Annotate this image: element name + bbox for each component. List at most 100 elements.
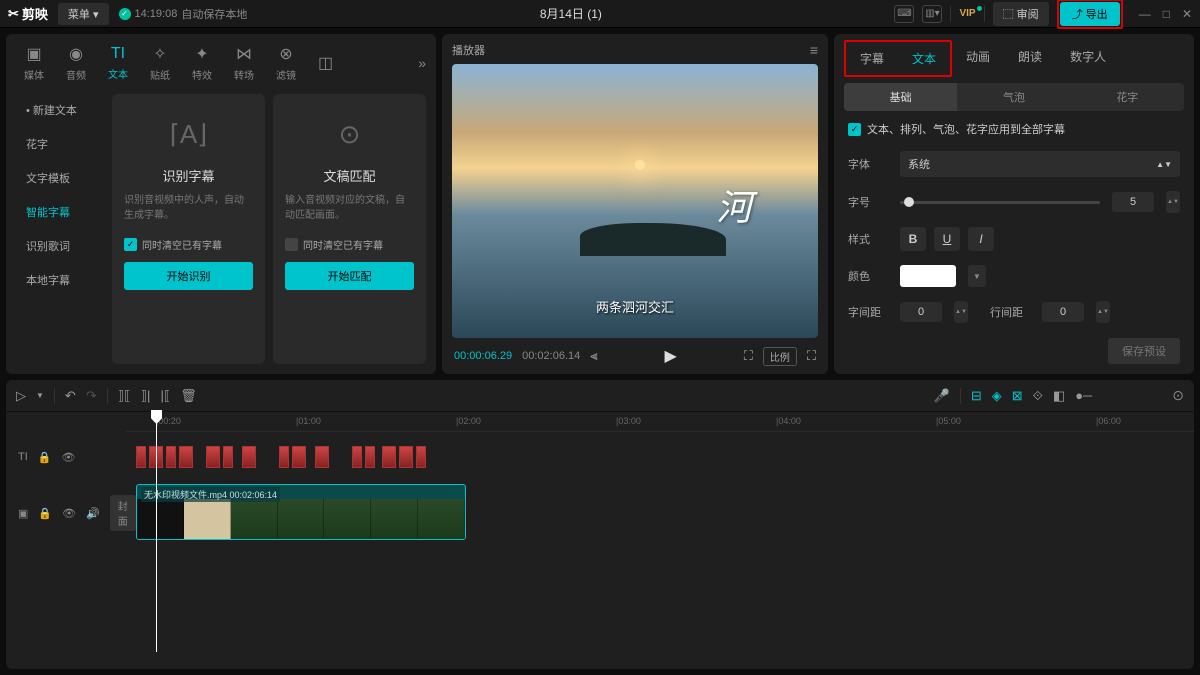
minimize-icon[interactable]: — <box>1139 7 1151 21</box>
zoom-slider-icon[interactable]: ●─ <box>1075 388 1092 403</box>
tab-text[interactable]: TI文本 <box>100 43 136 83</box>
tab-animation[interactable]: 动画 <box>952 40 1004 77</box>
tab-media[interactable]: ▣媒体 <box>16 42 52 84</box>
clear-subtitle-checkbox[interactable]: ✓同时清空已有字幕 <box>124 237 253 252</box>
ratio-button[interactable]: 比例 <box>763 347 797 366</box>
crop-icon[interactable]: ⛶ <box>744 348 753 364</box>
timeline-ruler[interactable]: |00:20 |01:00 |02:00 |03:00 |04:00 |05:0… <box>126 412 1194 432</box>
zoom-fit-icon[interactable]: ⊙ <box>1172 387 1184 404</box>
sidebar-item-local-subtitle[interactable]: 本地字幕 <box>16 264 104 296</box>
italic-button[interactable]: I <box>968 227 994 251</box>
color-swatch[interactable] <box>900 265 956 287</box>
preview-cut-icon[interactable]: ⟐ <box>1033 388 1043 404</box>
tab-sticker[interactable]: ✧贴纸 <box>142 42 178 84</box>
tab-subtitle[interactable]: 字幕 <box>846 42 898 75</box>
bold-button[interactable]: B <box>900 227 926 251</box>
delete-icon[interactable]: 🗑 <box>180 388 197 404</box>
pointer-dropdown-icon[interactable]: ▼ <box>36 391 44 400</box>
text-sidebar: • 新建文本 花字 文字模板 智能字幕 识别歌词 本地字幕 <box>16 94 104 364</box>
tab-filter[interactable]: ⊗滤镜 <box>268 42 304 84</box>
sidebar-item-fancy[interactable]: 花字 <box>16 128 104 160</box>
sidebar-item-new-text[interactable]: • 新建文本 <box>16 94 104 126</box>
line-height-input[interactable] <box>1042 302 1084 322</box>
export-button[interactable]: ⤴ 导出 <box>1060 2 1120 26</box>
layout-icon[interactable]: ▥▾ <box>922 5 942 23</box>
asset-panel: ▣媒体 ◉音频 TI文本 ✧贴纸 ✦特效 ⋈转场 ⊗滤镜 ◫ » • 新建文本 … <box>6 34 436 374</box>
save-preset-button[interactable]: 保存预设 <box>1108 338 1180 364</box>
font-select[interactable]: 系统▲▼ <box>900 151 1180 177</box>
eye-icon[interactable]: 👁 <box>61 451 75 464</box>
size-stepper[interactable]: ▲▼ <box>1166 191 1180 213</box>
text-track-icon: TI <box>18 451 28 463</box>
start-recognize-button[interactable]: 开始识别 <box>124 262 253 290</box>
letter-spacing-input[interactable] <box>900 302 942 322</box>
card-script-match: ⊙ 文稿匹配 输入音视频对应的文稿，自动匹配画面。 同时清空已有字幕 开始匹配 <box>273 94 426 364</box>
tab-audio[interactable]: ◉音频 <box>58 42 94 84</box>
playhead[interactable] <box>156 412 157 652</box>
project-title: 8月14日 (1) <box>257 5 884 22</box>
video-clip[interactable]: 无水印视频文件.mp4 00:02:06:14 <box>136 484 466 540</box>
lock-icon[interactable]: 🔒 <box>38 507 52 520</box>
split-icon[interactable]: ⟧⟦ <box>118 388 131 404</box>
tab-transition[interactable]: ⋈转场 <box>226 42 262 84</box>
vip-badge[interactable]: VIP <box>959 8 975 19</box>
magnet-icon[interactable]: ◈ <box>992 388 1002 404</box>
subtab-bubble[interactable]: 气泡 <box>957 83 1070 111</box>
video-track: ▣ 🔒 👁 🔊 封面 无水印视频文件.mp4 00:02:06:14 <box>6 482 1194 544</box>
menu-button[interactable]: 菜单 ▾ <box>58 3 109 25</box>
size-input[interactable] <box>1112 192 1154 212</box>
ls-stepper[interactable]: ▲▼ <box>954 301 968 323</box>
mic-icon[interactable]: 🎤 <box>934 388 950 404</box>
maximize-icon[interactable]: □ <box>1163 7 1170 21</box>
player-panel: 播放器 ≡ 河 两条泗河交汇 00:00:06.29 00:02:06.14 ⫷… <box>442 34 828 374</box>
split-right-icon[interactable]: |⟦ <box>160 388 170 404</box>
card-desc: 识别音视频中的人声，自动生成字幕。 <box>124 193 253 223</box>
apply-all-checkbox[interactable]: ✓ 文本、排列、气泡、花字应用到全部字幕 <box>848 121 1180 137</box>
mute-icon[interactable]: 🔊 <box>86 507 100 520</box>
start-match-button[interactable]: 开始匹配 <box>285 262 414 290</box>
size-slider[interactable] <box>900 201 1100 204</box>
redo-icon[interactable]: ↷ <box>86 388 97 404</box>
video-track-icon: ▣ <box>18 507 28 520</box>
player-menu-icon[interactable]: ≡ <box>810 42 818 58</box>
play-icon[interactable]: ▶ <box>665 346 677 366</box>
inspector-tabs: 字幕 文本 动画 朗读 数字人 <box>834 34 1194 77</box>
tab-digital-human[interactable]: 数字人 <box>1056 40 1120 77</box>
filter-icon: ⊗ <box>279 44 292 64</box>
underline-button[interactable]: U <box>934 227 960 251</box>
tab-text-style[interactable]: 文本 <box>898 42 950 75</box>
subtab-fancy[interactable]: 花字 <box>1071 83 1184 111</box>
eye-icon[interactable]: 👁 <box>62 507 76 520</box>
fullscreen-icon[interactable]: ⛶ <box>807 348 816 364</box>
tab-effect[interactable]: ✦特效 <box>184 42 220 84</box>
video-preview[interactable]: 河 两条泗河交汇 <box>452 64 818 338</box>
link-icon[interactable]: ⊠ <box>1012 388 1023 404</box>
more-tabs-icon[interactable]: » <box>418 55 426 71</box>
script-icon: ⊙ <box>326 110 374 158</box>
sidebar-item-smart-subtitle[interactable]: 智能字幕 <box>16 196 104 228</box>
clear-subtitle-checkbox-2[interactable]: 同时清空已有字幕 <box>285 237 414 252</box>
chevron-updown-icon: ▲▼ <box>1156 160 1172 169</box>
snap-icon[interactable]: ⊟ <box>971 388 982 404</box>
subtitle-clips[interactable] <box>136 446 426 468</box>
app-logo: ✂剪映 <box>8 4 48 23</box>
shortcut-icon[interactable]: ⌨ <box>894 5 914 23</box>
tab-read[interactable]: 朗读 <box>1004 40 1056 77</box>
subtab-basic[interactable]: 基础 <box>844 83 957 111</box>
close-icon[interactable]: ✕ <box>1182 7 1192 21</box>
sidebar-item-template[interactable]: 文字模板 <box>16 162 104 194</box>
review-button[interactable]: ⬚ 审阅 <box>993 2 1049 26</box>
prev-frame-icon[interactable]: ⫷ <box>590 348 597 364</box>
timeline-panel: ▷ ▼ ↶ ↷ ⟧⟦ ⟧| |⟦ 🗑 🎤 ⊟ ◈ ⊠ ⟐ ◧ ●─ ⊙ |00:… <box>6 380 1194 669</box>
timeline-toolbar: ▷ ▼ ↶ ↷ ⟧⟦ ⟧| |⟦ 🗑 🎤 ⊟ ◈ ⊠ ⟐ ◧ ●─ ⊙ <box>6 380 1194 412</box>
split-left-icon[interactable]: ⟧| <box>141 388 151 404</box>
lh-stepper[interactable]: ▲▼ <box>1096 301 1110 323</box>
color-dropdown-icon[interactable]: ▼ <box>968 265 986 287</box>
lock-icon[interactable]: 🔒 <box>38 451 52 464</box>
sidebar-item-lyrics[interactable]: 识别歌词 <box>16 230 104 262</box>
undo-icon[interactable]: ↶ <box>65 388 76 404</box>
tab-adjust[interactable]: ◫ <box>310 51 341 75</box>
marker-icon[interactable]: ◧ <box>1053 388 1065 404</box>
pointer-tool-icon[interactable]: ▷ <box>16 388 26 404</box>
transition-icon: ⋈ <box>236 44 252 64</box>
